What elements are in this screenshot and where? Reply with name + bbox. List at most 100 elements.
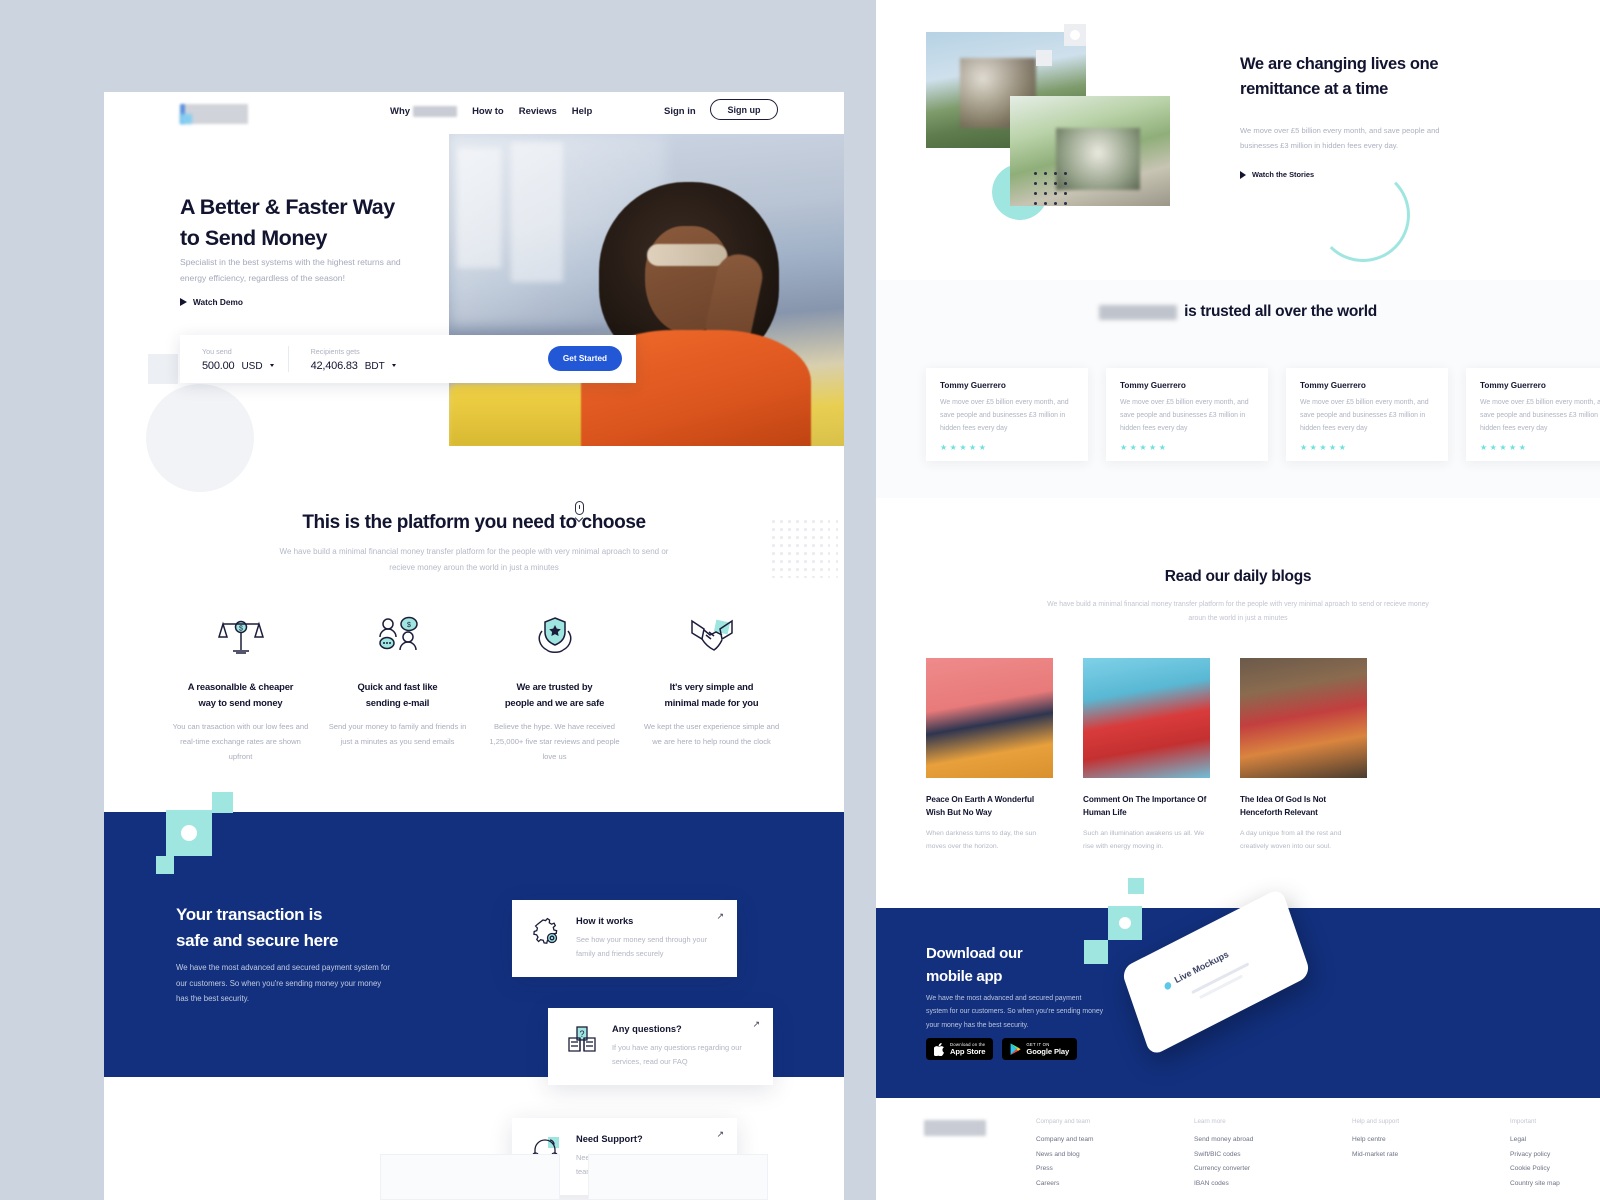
dot-grid-decoration: [772, 520, 839, 579]
footer-link[interactable]: Currency converter: [1194, 1165, 1274, 1172]
dot-grid-decoration: [776, 1130, 814, 1151]
card-any-questions[interactable]: ? Any questions? If you have any questio…: [548, 1008, 773, 1085]
gray-square-decoration: [1036, 50, 1052, 66]
star-rating: ★★★★★: [1300, 443, 1349, 453]
send-amount-input[interactable]: 500.00: [202, 360, 235, 372]
app-logo-icon: [1163, 980, 1173, 991]
footer-link[interactable]: Mid-market rate: [1352, 1151, 1432, 1158]
testimonial-text: We move over £5 billion every month, and…: [1480, 399, 1600, 432]
testimonial-name: Tommy Guerrero: [1300, 381, 1366, 390]
blog-card[interactable]: The Idea Of God Is Not Henceforth Releva…: [1240, 658, 1367, 854]
blog-list: Peace On Earth A Wonderful Wish But No W…: [926, 658, 1367, 854]
footer-link[interactable]: News and blog: [1036, 1151, 1116, 1158]
blog-card[interactable]: Peace On Earth A Wonderful Wish But No W…: [926, 658, 1053, 854]
nav-blur-icon: [413, 106, 458, 117]
footer-column-learn: Learn more Send money abroad Swift/BIC c…: [1194, 1118, 1274, 1194]
secure-desc: We have the most advanced and secured pa…: [176, 963, 390, 1004]
feature-item: $ A reasonalble & cheaper way to send mon…: [162, 612, 319, 764]
footer-link[interactable]: Press: [1036, 1165, 1116, 1172]
footer-link[interactable]: Company and team: [1036, 1136, 1116, 1143]
feature-title: A reasonalble & cheaper way to send money: [187, 681, 294, 708]
footer-link[interactable]: Send money abroad: [1194, 1136, 1274, 1143]
apple-icon: [934, 1042, 944, 1056]
testimonial-text: We move over £5 billion every month, and…: [1300, 399, 1429, 432]
card-desc: See how your money send through your fam…: [576, 935, 708, 958]
card-how-it-works[interactable]: How it works See how your money send thr…: [512, 900, 737, 977]
testimonial-name: Tommy Guerrero: [1120, 381, 1186, 390]
footer-link[interactable]: Help centre: [1352, 1136, 1432, 1143]
footer-link[interactable]: Careers: [1036, 1180, 1116, 1187]
signin-link[interactable]: Sign in: [664, 106, 696, 117]
testimonial-name: Tommy Guerrero: [940, 381, 1006, 390]
feature-desc: You can trasaction with our low fees and…: [172, 722, 309, 761]
testimonial-text: We move over £5 billion every month, and…: [940, 399, 1069, 432]
testimonial-card: Tommy Guerrero We move over £5 billion e…: [1286, 368, 1448, 461]
footer-heading: Company and team: [1036, 1118, 1090, 1125]
send-currency-select[interactable]: USD: [241, 361, 262, 372]
arrow-up-right-icon[interactable]: ↗: [752, 1019, 760, 1030]
chevron-down-icon[interactable]: [269, 364, 274, 367]
footer-link[interactable]: IBAN codes: [1194, 1180, 1274, 1187]
feature-desc: Believe the hype. We have received 1,25,…: [489, 722, 620, 761]
google-play-badge[interactable]: GET IT ON Google Play: [1002, 1038, 1078, 1060]
nav-item-help[interactable]: Help: [572, 106, 593, 117]
blog-desc: A day unique from all the rest and creat…: [1240, 830, 1342, 851]
nav-item-reviews[interactable]: Reviews: [519, 106, 557, 117]
landing-page-left: Why How to Reviews Help Sign in Sign up …: [104, 92, 844, 1200]
footer-link[interactable]: Swift/BIC codes: [1194, 1151, 1274, 1158]
platform-subtitle: We have build a minimal financial money …: [279, 547, 669, 572]
footer-link[interactable]: Legal: [1510, 1136, 1590, 1143]
mint-arc-decoration: [1316, 168, 1410, 262]
arrow-up-right-icon[interactable]: ↗: [716, 1129, 724, 1140]
nav-item-why[interactable]: Why: [390, 106, 458, 117]
building-shape: [511, 142, 563, 282]
svg-text:$: $: [239, 626, 243, 633]
badge-big-text: Google Play: [1026, 1046, 1070, 1056]
placeholder-card: [380, 1154, 560, 1200]
feature-title: It's very simple and minimal made for you: [664, 681, 759, 708]
feature-title: Quick and fast like sending e-mail: [357, 681, 438, 708]
blog-title: The Idea Of God Is Not Henceforth Releva…: [1240, 795, 1327, 818]
platform-title: This is the platform you need to choose: [302, 512, 646, 533]
download-desc: We have the most advanced and secured pa…: [926, 995, 1104, 1029]
open-book-icon: ?: [566, 1024, 598, 1056]
feature-title: We are trusted by people and we are safe: [504, 681, 605, 708]
footer-logo[interactable]: [924, 1120, 986, 1136]
app-store-badge[interactable]: Download on the App Store: [926, 1038, 994, 1060]
shield-laurel-badge-icon: [483, 612, 626, 660]
story-desc: We move over £5 billion every month, and…: [1240, 126, 1440, 150]
footer-columns: Company and team Company and team News a…: [1036, 1118, 1590, 1194]
testimonial-name: Tommy Guerrero: [1480, 381, 1546, 390]
blogs-title: Read our daily blogs: [1164, 568, 1312, 585]
mint-square-decoration: [166, 810, 212, 856]
nav-item-howto[interactable]: How to: [472, 106, 504, 117]
watch-demo-label: Watch Demo: [193, 297, 243, 307]
blog-card[interactable]: Comment On The Importance Of Human Life …: [1083, 658, 1210, 854]
signup-button[interactable]: Sign up: [710, 99, 778, 120]
receive-amount-input[interactable]: 42,406.83: [311, 360, 358, 372]
star-rating: ★★★★★: [1480, 443, 1529, 453]
card-title: Any questions?: [612, 1024, 682, 1034]
arrow-up-right-icon[interactable]: ↗: [716, 911, 724, 922]
watch-stories-button[interactable]: Watch the Stories: [1240, 170, 1314, 179]
feature-item: It's very simple and minimal made for you…: [633, 612, 790, 764]
get-started-button[interactable]: Get Started: [548, 346, 622, 371]
footer-link[interactable]: Cookie Policy: [1510, 1165, 1590, 1172]
google-play-icon: [1010, 1042, 1021, 1055]
feature-list: $ A reasonalble & cheaper way to send mon…: [162, 612, 792, 764]
chevron-down-icon[interactable]: [391, 364, 396, 367]
mint-square-decoration: [156, 856, 174, 874]
watch-demo-button[interactable]: Watch Demo: [180, 297, 243, 307]
footer-column-important: Important Legal Privacy policy Cookie Po…: [1510, 1118, 1590, 1194]
footer-link[interactable]: Privacy policy: [1510, 1151, 1590, 1158]
play-icon: [1240, 170, 1246, 179]
secure-title: Your transaction is safe and secure here: [176, 905, 339, 951]
blog-desc: Such an illumination awakens us all. We …: [1083, 830, 1205, 851]
receive-currency-select[interactable]: BDT: [365, 361, 385, 372]
trusted-title: is trusted all over the world: [876, 303, 1600, 321]
brand-logo[interactable]: [180, 104, 248, 124]
send-label: You send: [202, 346, 232, 356]
navbar: Why How to Reviews Help Sign in Sign up: [104, 92, 844, 140]
footer-link[interactable]: Country site map: [1510, 1180, 1590, 1187]
card-title: How it works: [576, 916, 634, 926]
